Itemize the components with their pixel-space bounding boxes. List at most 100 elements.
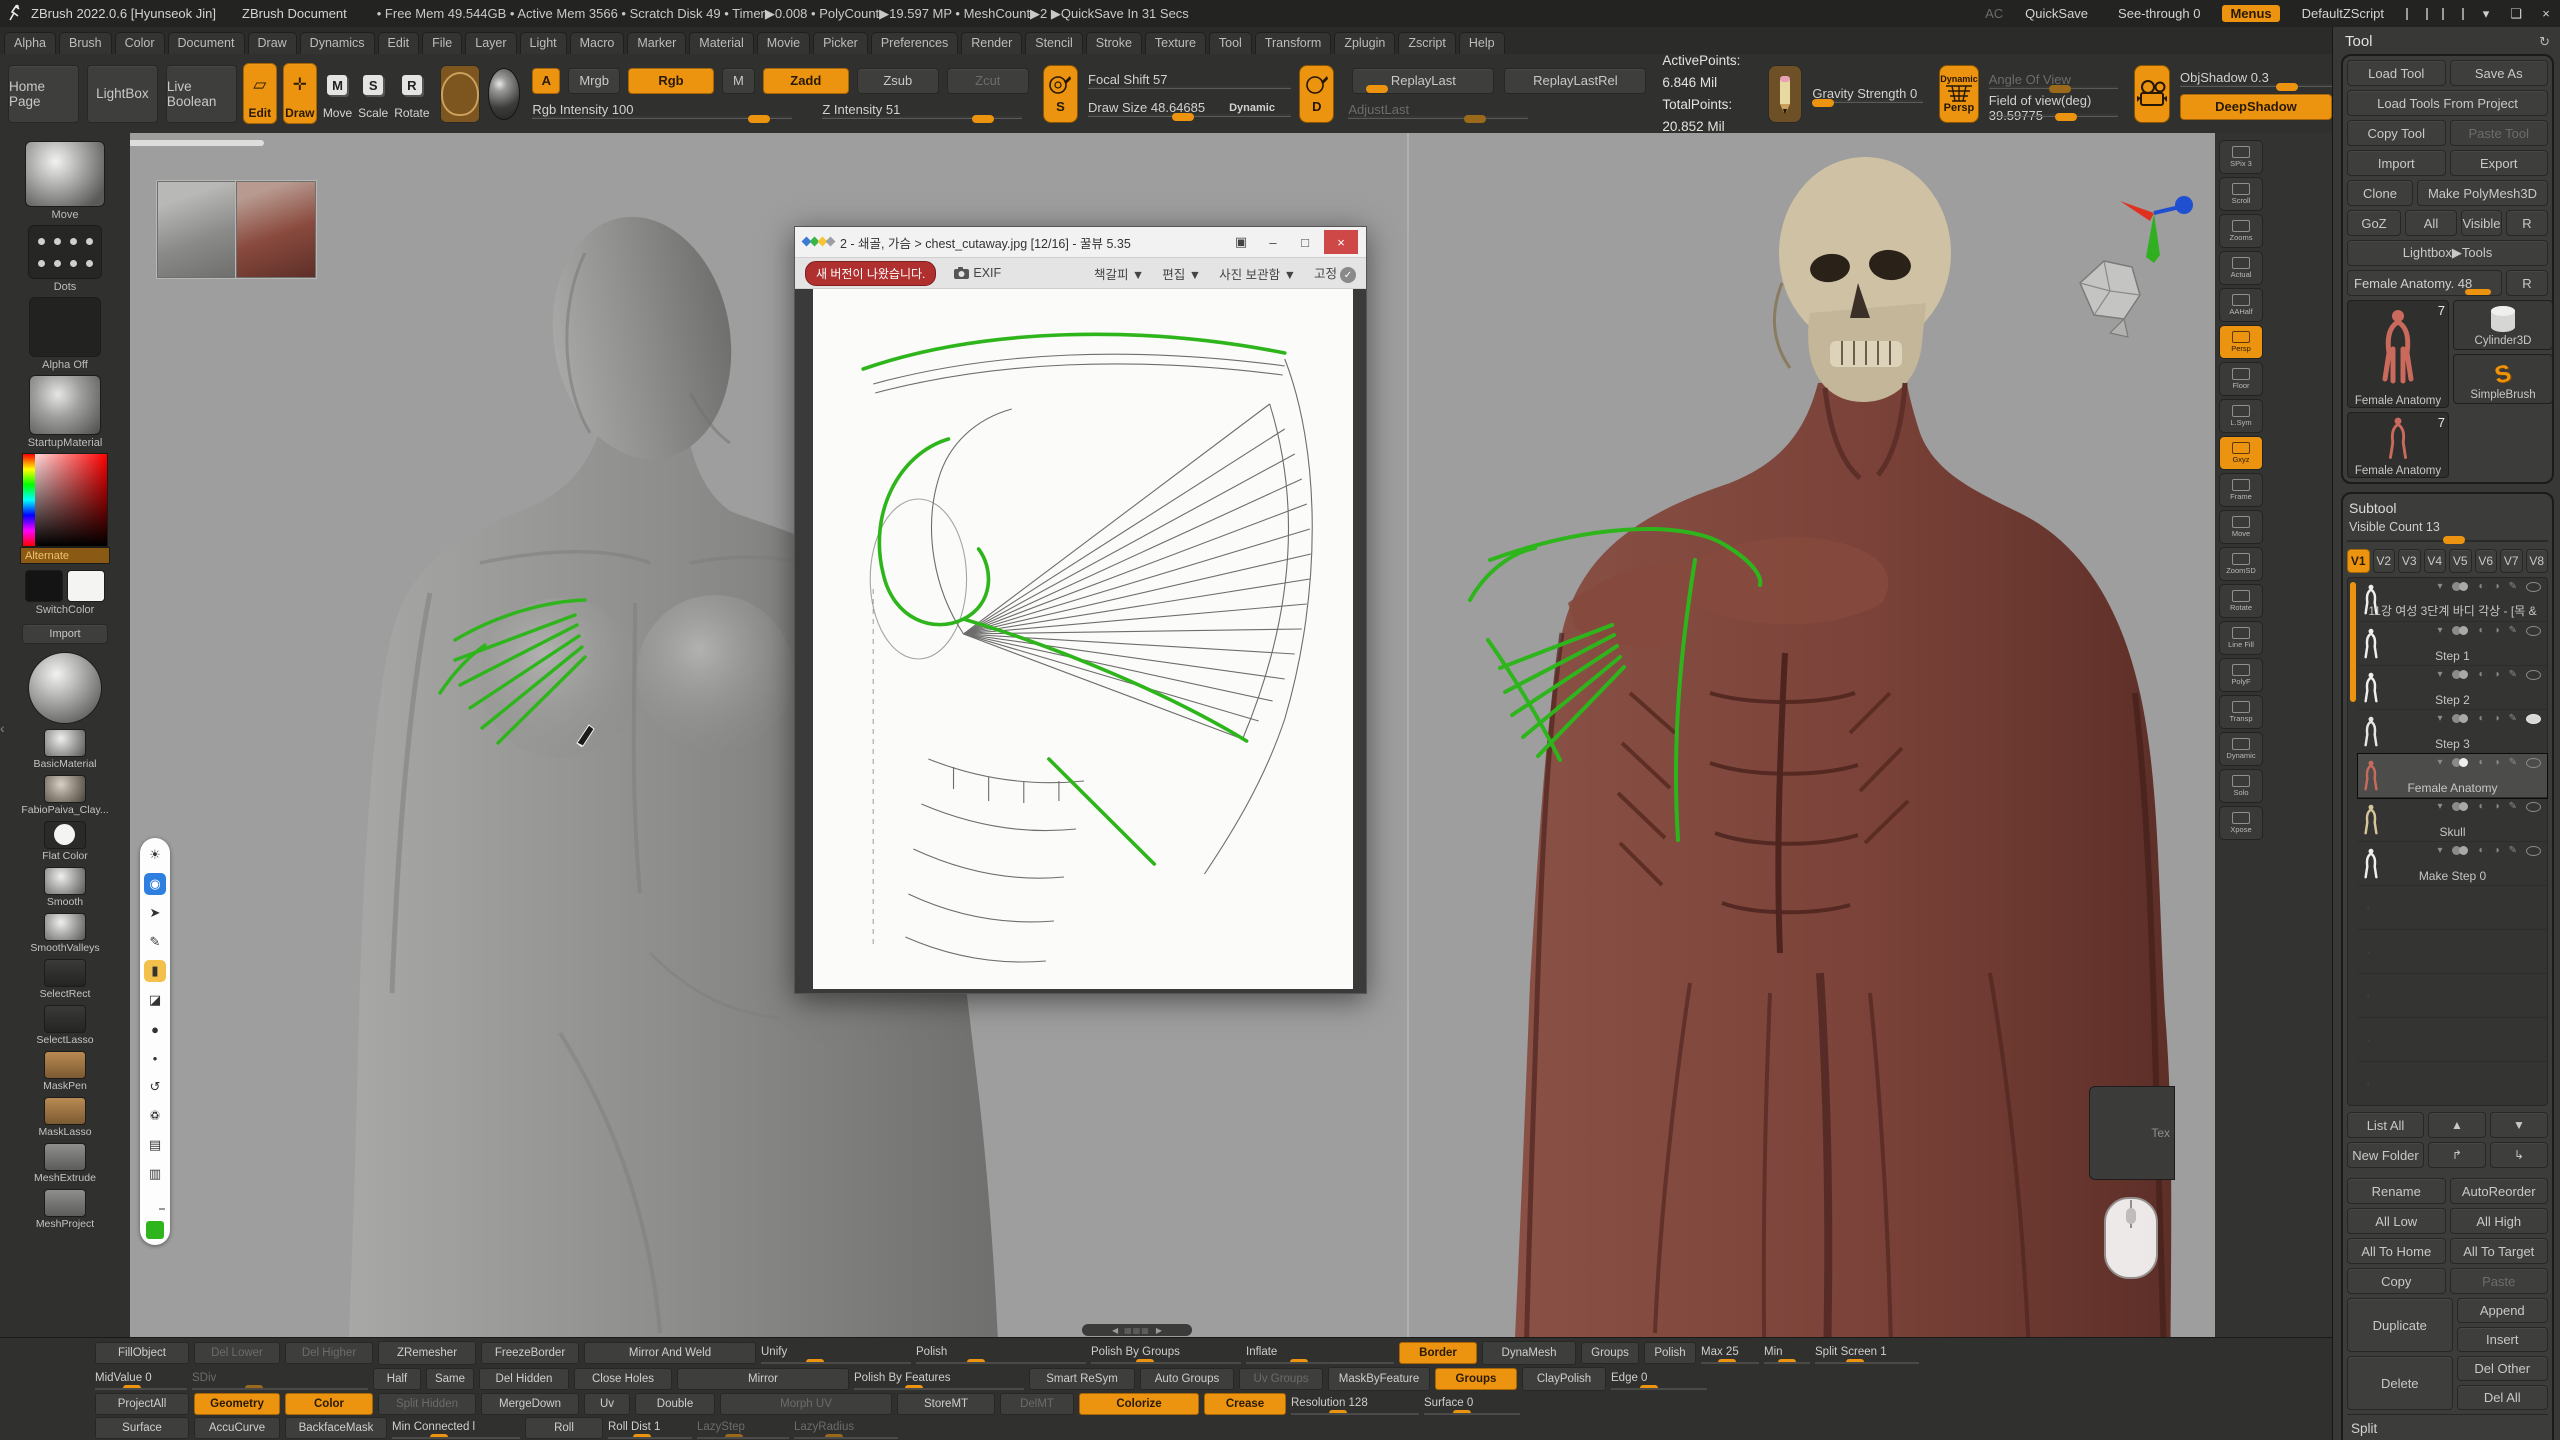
tray-control[interactable]: AccuCurve <box>194 1417 280 1439</box>
contrast-icon[interactable]: ◑ <box>2494 713 2500 724</box>
tray-control[interactable]: Inflate <box>1246 1342 1394 1364</box>
annotation-tool-icon[interactable]: ☀ <box>144 844 166 866</box>
tray-control[interactable]: Double <box>635 1393 715 1415</box>
menu-item[interactable]: Color <box>115 32 165 54</box>
right-shelf-button[interactable]: Zooms <box>2219 214 2263 248</box>
tray-control[interactable]: Split Screen 1 <box>1815 1342 1919 1364</box>
visibility-eye-icon[interactable] <box>2526 714 2541 724</box>
right-shelf-button[interactable]: Line Fill <box>2219 621 2263 655</box>
lightbox-button[interactable]: LightBox <box>87 65 158 123</box>
tray-control[interactable]: Colorize <box>1079 1393 1199 1415</box>
scroll-right-icon[interactable]: ▶ <box>1156 1326 1162 1335</box>
quicksave-button[interactable]: QuickSave <box>2017 5 2096 22</box>
menu-item[interactable]: Draw <box>248 32 297 54</box>
annotation-tool-icon[interactable]: ● <box>144 1018 166 1040</box>
right-shelf-button[interactable]: Actual <box>2219 251 2263 285</box>
tool-thumbnail-female-anatomy[interactable]: 7 Female Anatomy <box>2347 300 2449 408</box>
tray-control[interactable]: Polish <box>916 1342 1086 1364</box>
subtool-empty-row[interactable] <box>2358 886 2547 930</box>
tray-control[interactable]: Del Higher <box>285 1342 373 1364</box>
insert-button[interactable]: Insert <box>2457 1327 2549 1352</box>
right-shelf-button[interactable]: Rotate <box>2219 584 2263 618</box>
tray-control[interactable]: Del Hidden <box>479 1368 569 1390</box>
alpha-thumbnail[interactable] <box>29 297 101 357</box>
tray-control[interactable]: DelMT <box>1000 1393 1074 1415</box>
subtool-row[interactable]: ▾ ◐ ◑ ✎ 11강 여성 3단계 바디 각상 - [목 & <box>2358 578 2547 622</box>
brush-edit-icon[interactable]: ✎ <box>2509 581 2517 592</box>
divider-left-icon[interactable] <box>2406 8 2428 20</box>
delete-button[interactable]: Delete <box>2347 1356 2453 1410</box>
see-through-slider[interactable]: See-through 0 <box>2110 5 2208 23</box>
menu-item[interactable]: Dynamics <box>300 32 375 54</box>
polyframe-flag-icon[interactable]: ▾ <box>2437 845 2442 856</box>
tray-control[interactable]: SDiv <box>192 1368 368 1390</box>
visible-count-slider[interactable]: Visible Count 13 <box>2347 520 2548 542</box>
subtool-empty-row[interactable] <box>2358 1062 2547 1105</box>
quick-pick-item[interactable]: Smooth <box>44 867 86 908</box>
menu-item[interactable]: Alpha <box>4 32 56 54</box>
tray-control[interactable]: BackfaceMask <box>285 1417 387 1439</box>
alternate-color-button[interactable]: Alternate <box>20 547 110 564</box>
right-shelf-button[interactable]: Dynamic <box>2219 732 2263 766</box>
zadd-toggle[interactable]: Zadd <box>763 68 849 94</box>
subtool-version-tab[interactable]: V4 <box>2424 549 2447 573</box>
menu-item[interactable]: Picker <box>813 32 868 54</box>
replay-last-rel-button[interactable]: ReplayLastRel <box>1504 68 1646 94</box>
zcut-toggle[interactable]: Zcut <box>947 68 1029 94</box>
right-shelf-button[interactable]: Gxyz <box>2219 436 2263 470</box>
reference-thumbnail-gray[interactable] <box>157 181 237 278</box>
right-shelf-button[interactable]: Xpose <box>2219 806 2263 840</box>
tray-control[interactable]: StoreMT <box>897 1393 995 1415</box>
texture-panel-fragment[interactable]: Tex <box>2089 1086 2175 1180</box>
obj-shadow-slider[interactable]: ObjShadow 0.3 <box>2180 68 2332 88</box>
subtool-version-tab[interactable]: V1 <box>2347 549 2370 573</box>
tray-control[interactable]: Resolution 128 <box>1291 1393 1419 1415</box>
quick-pick-item[interactable]: BasicMaterial <box>33 729 96 770</box>
right-shelf-button[interactable]: AAHalf <box>2219 288 2263 322</box>
quick-pick-item[interactable]: Flat Color <box>42 821 88 862</box>
dynamic-draw-size-label[interactable]: Dynamic <box>1229 102 1275 114</box>
make-polymesh3d-button[interactable]: Make PolyMesh3D <box>2417 180 2548 206</box>
tray-control[interactable]: ProjectAll <box>95 1393 189 1415</box>
subtool-version-tab[interactable]: V6 <box>2475 549 2498 573</box>
subtool-row[interactable]: ▾ ◐ ◑ ✎ Step 1 <box>2358 622 2547 666</box>
contrast-icon[interactable]: ◑ <box>2494 625 2500 636</box>
subtool-row[interactable]: ▾ ◐ ◑ ✎ Step 3 <box>2358 710 2547 754</box>
annotation-tool-icon[interactable]: ♽ <box>144 1105 166 1127</box>
quick-pick-thumbnail[interactable] <box>44 959 86 987</box>
subtool-version-tab[interactable]: V8 <box>2526 549 2549 573</box>
quick-pick-item[interactable]: SelectRect <box>40 959 91 1000</box>
polyframe-flag-icon[interactable]: ▾ <box>2437 581 2442 592</box>
quick-pick-thumbnail[interactable] <box>44 913 86 941</box>
tray-control[interactable]: Uv <box>584 1393 630 1415</box>
viewer-maximize-button[interactable]: □ <box>1292 230 1318 254</box>
gravity-strength-slider[interactable]: Gravity Strength 0 <box>1812 84 1923 104</box>
polypaint-icon[interactable] <box>2452 714 2470 723</box>
tool-thumbnail-female-anatomy-2[interactable]: 7 Female Anatomy <box>2347 412 2449 478</box>
subtool-scrollbar[interactable] <box>2350 582 2356 702</box>
quick-pick-thumbnail[interactable] <box>44 867 86 895</box>
tray-control[interactable]: Uv Groups <box>1239 1368 1323 1390</box>
quick-pick-item[interactable]: MeshProject <box>36 1189 94 1230</box>
right-shelf-button[interactable]: SPix 3 <box>2219 140 2263 174</box>
polyframe-flag-icon[interactable]: ▾ <box>2437 669 2442 680</box>
contrast-icon[interactable]: ◑ <box>2494 581 2500 592</box>
rgb-toggle[interactable]: Rgb <box>628 68 714 94</box>
tray-control[interactable]: LazyStep <box>697 1417 789 1439</box>
auto-reorder-button[interactable]: AutoReorder <box>2450 1178 2549 1204</box>
sculpt-brush-icon-button[interactable]: S <box>1043 65 1078 123</box>
tray-control[interactable]: MergeDown <box>481 1393 579 1415</box>
brush-edit-icon[interactable]: ✎ <box>2509 757 2517 768</box>
contrast-icon[interactable]: ◑ <box>2494 845 2500 856</box>
close-button[interactable]: × <box>2538 7 2554 21</box>
shade-icon[interactable]: ◐ <box>2479 625 2485 636</box>
subtool-row[interactable]: ▾ ◐ ◑ ✎ Female Anatomy <box>2358 754 2547 798</box>
fullscreen-icon[interactable]: ▣ <box>1228 230 1254 254</box>
quick-pick-thumbnail[interactable] <box>44 821 86 849</box>
quick-pick-thumbnail[interactable] <box>44 1097 86 1125</box>
annotation-tool-icon[interactable]: • <box>144 1047 166 1069</box>
tray-control[interactable]: Color <box>285 1393 373 1415</box>
brush-edit-icon[interactable]: ✎ <box>2509 801 2517 812</box>
visibility-eye-icon[interactable] <box>2526 582 2541 592</box>
del-other-button[interactable]: Del Other <box>2457 1356 2549 1381</box>
